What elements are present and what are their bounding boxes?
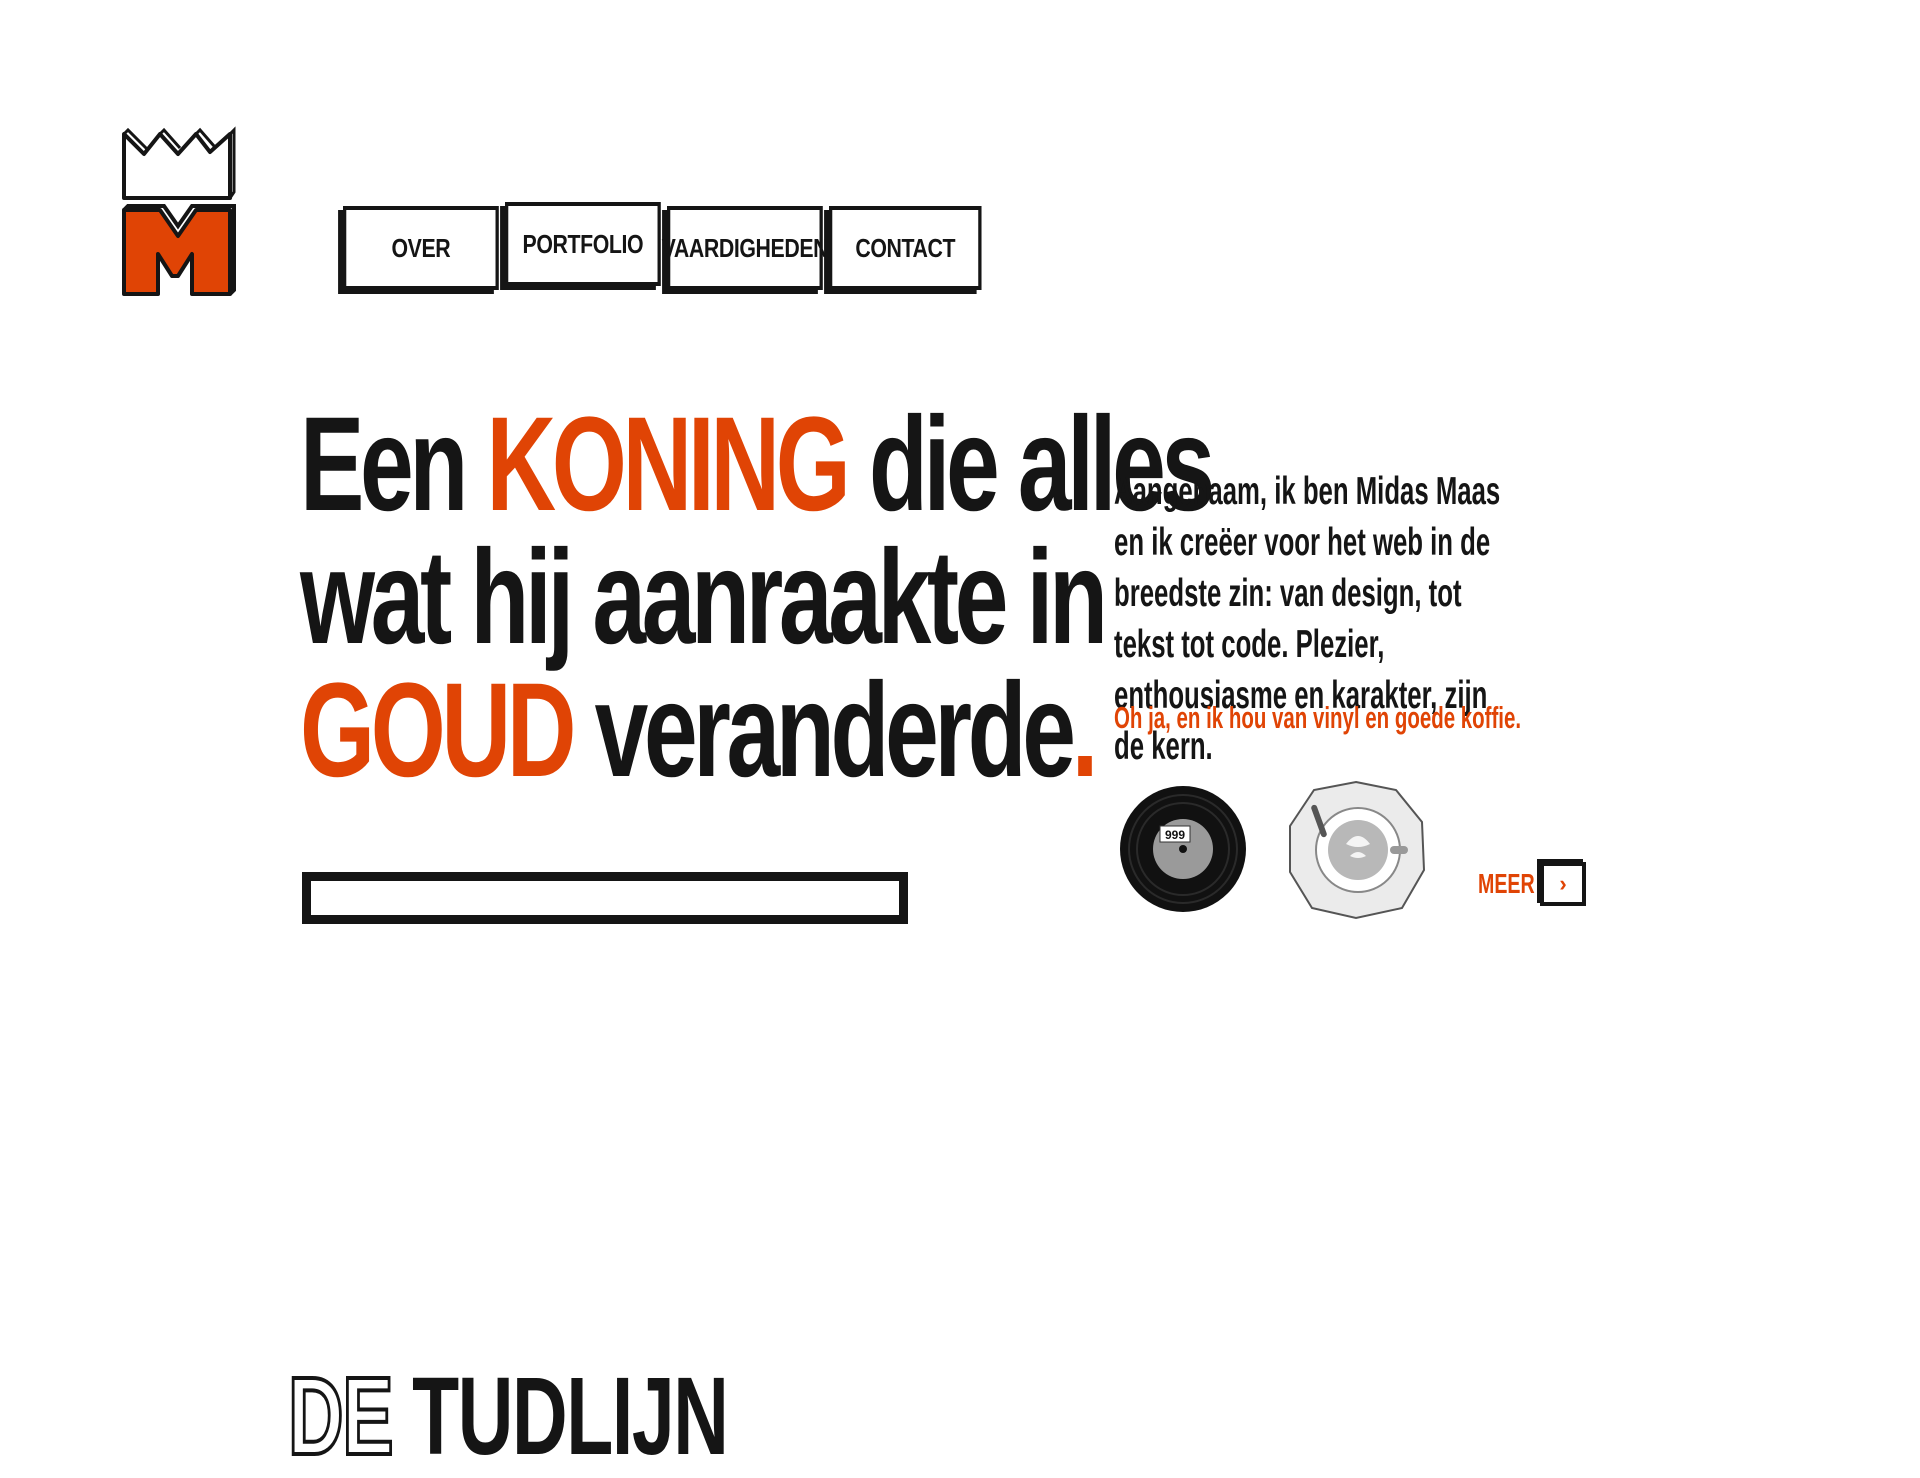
nav-item-label: OVER <box>391 232 451 263</box>
m-letter-icon <box>122 204 236 296</box>
section-title: DE TUDLIJN <box>287 1360 729 1474</box>
coffee-cup-image <box>1289 780 1426 920</box>
vinyl-label-text: 999 <box>1165 828 1185 842</box>
vinyl-record-image: 999 <box>1120 786 1246 912</box>
headline-accent-goud: GOUD <box>300 656 576 805</box>
section-title-solid: TUDLIJN <box>412 1355 729 1478</box>
nav-item-portfolio[interactable]: PORTFOLIO <box>505 202 661 286</box>
nav-item-over[interactable]: OVER <box>343 206 499 290</box>
main-nav: OVER PORTFOLIO VAARDIGHEDEN CONTACT <box>343 202 987 296</box>
more-label: MEER <box>1478 868 1535 899</box>
nav-item-label: VAARDIGHEDEN <box>661 232 829 263</box>
section-title-outline: DE <box>287 1355 395 1478</box>
more-link[interactable]: MEER › <box>1478 862 1586 906</box>
intro-subtext: Oh ja, en ik hou van vinyl en goede koff… <box>1114 700 1522 735</box>
headline-text: wat hij aanraakte in <box>300 523 1108 672</box>
crown-m-logo[interactable] <box>118 126 238 296</box>
hero-headline: Een KONING die alles wat hij aanraakte in… <box>300 398 1215 798</box>
nav-item-contact[interactable]: CONTACT <box>829 206 982 290</box>
nav-item-vaardigheden[interactable]: VAARDIGHEDEN <box>662 206 829 290</box>
crown-icon <box>122 126 236 200</box>
headline-dot: . <box>1071 656 1099 805</box>
nav-item-label: CONTACT <box>855 232 956 263</box>
headline-text: veranderde <box>572 656 1076 805</box>
headline-text: Een <box>300 390 487 539</box>
headline-underline-bar <box>302 872 908 924</box>
headline-accent-koning: KONING <box>486 390 850 539</box>
nav-item-label: PORTFOLIO <box>522 228 644 259</box>
chevron-right-icon[interactable]: › <box>1540 862 1586 906</box>
